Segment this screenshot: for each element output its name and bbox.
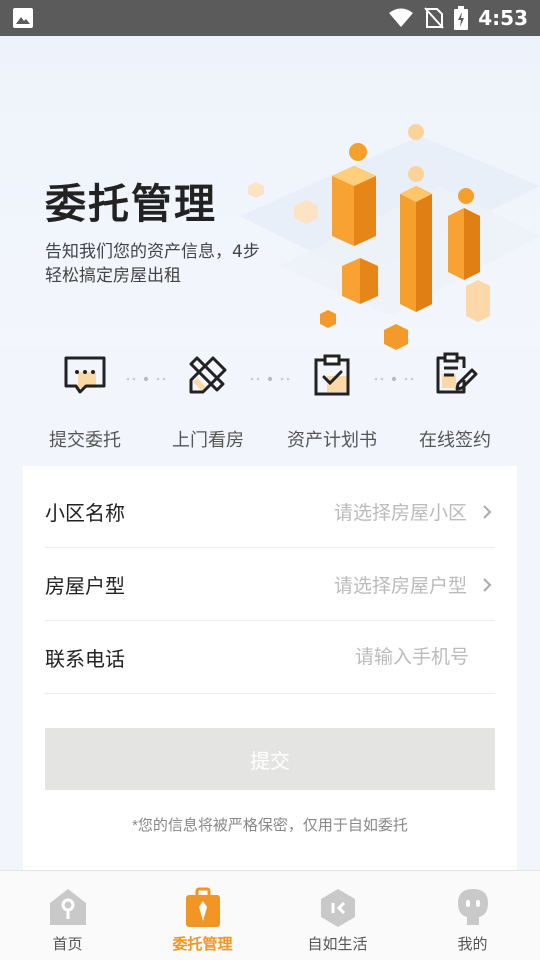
nav-label: 委托管理 xyxy=(172,936,233,953)
nav-label: 自如生活 xyxy=(307,936,368,953)
step-sign: 在线签约 xyxy=(400,350,510,452)
community-row[interactable]: 小区名称 请选择房屋小区 xyxy=(45,476,495,548)
step-plan: 资产计划书 xyxy=(277,350,387,452)
step-submit: 提交委托 xyxy=(30,350,140,452)
nav-life[interactable]: 自如生活 xyxy=(270,871,405,960)
step-label: 提交委托 xyxy=(49,430,121,450)
privacy-note: *您的信息将被严格保密，仅用于自如委托 xyxy=(132,817,408,834)
step-label: 在线签约 xyxy=(419,430,491,450)
status-bar: 4:53 xyxy=(0,0,540,36)
chevron-right-icon xyxy=(483,577,492,592)
battery-charging-icon xyxy=(454,6,469,30)
layout-label: 房屋户型 xyxy=(45,576,125,598)
status-time: 4:53 xyxy=(478,6,528,30)
nav-mine[interactable]: 我的 xyxy=(405,871,540,960)
layout-row[interactable]: 房屋户型 请选择房屋户型 xyxy=(45,549,495,621)
gallery-notification-icon xyxy=(13,8,33,28)
step-label: 上门看房 xyxy=(172,430,244,450)
nav-home[interactable]: 首页 xyxy=(0,871,135,960)
life-icon xyxy=(320,889,355,927)
nav-label: 我的 xyxy=(457,936,488,953)
pencil-ruler-icon xyxy=(189,356,227,394)
nav-entrust[interactable]: 委托管理 xyxy=(135,871,270,960)
community-label: 小区名称 xyxy=(45,503,125,525)
entrust-form: 小区名称 请选择房屋小区 房屋户型 请选择房屋户型 联系电话 提交 *您的信息将… xyxy=(23,466,517,870)
step-label: 资产计划书 xyxy=(287,430,377,450)
phone-row: 联系电话 xyxy=(45,622,495,694)
hero-banner: 委托管理 告知我们您的资产信息，4步轻松搞定房屋出租 xyxy=(0,36,540,350)
phone-input[interactable] xyxy=(249,646,469,669)
clipboard-check-icon xyxy=(314,354,350,396)
no-sim-icon xyxy=(424,7,444,29)
phone-label: 联系电话 xyxy=(45,649,125,671)
sign-document-icon xyxy=(436,352,478,394)
bottom-navigation: 首页 委托管理 自如生活 我的 xyxy=(0,870,540,960)
process-steps: 提交委托 上门看房 资产计划书 在线签约 xyxy=(0,350,540,450)
profile-icon xyxy=(457,889,488,925)
nav-label: 首页 xyxy=(52,936,83,953)
chevron-right-icon xyxy=(483,504,492,519)
page-title: 委托管理 xyxy=(45,180,217,228)
city-buildings-illustration xyxy=(240,124,540,350)
community-select[interactable]: 请选择房屋小区 xyxy=(334,498,467,525)
submit-button[interactable]: 提交 xyxy=(45,728,495,790)
step-visit: 上门看房 xyxy=(153,350,263,452)
page-description: 告知我们您的资产信息，4步轻松搞定房屋出租 xyxy=(45,242,260,286)
home-icon xyxy=(49,889,86,925)
chat-bubble-icon xyxy=(64,356,106,394)
briefcase-icon xyxy=(185,887,220,927)
wifi-icon xyxy=(389,8,414,27)
layout-select[interactable]: 请选择房屋户型 xyxy=(334,571,467,598)
